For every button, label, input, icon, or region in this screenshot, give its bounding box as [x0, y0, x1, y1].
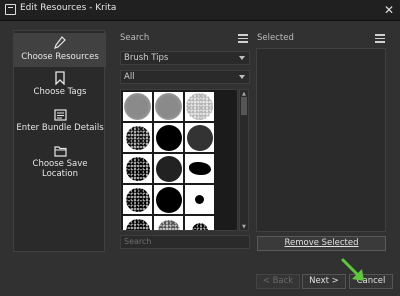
back-button[interactable]: < Back	[256, 274, 300, 289]
selected-panel-header: Selected	[257, 33, 294, 43]
brush-tip-thumbnail[interactable]	[154, 216, 183, 230]
search-panel-menu-icon[interactable]	[238, 34, 248, 43]
brush-tip-thumbnail[interactable]	[154, 185, 183, 214]
search-panel-header: Search	[120, 33, 150, 43]
brush-tip-shape	[125, 125, 150, 150]
brush-tip-shape	[125, 218, 150, 230]
nav-item-label: Choose Resources	[21, 52, 99, 62]
chevron-down-icon	[239, 56, 245, 60]
nav-item-choose-save-location[interactable]: Choose Save Location	[14, 143, 106, 179]
nav-item-label: Enter Bundle Details	[16, 123, 104, 133]
nav-item-label: Choose Save Location	[32, 159, 88, 179]
annotation-arrow-icon	[341, 258, 364, 281]
brush-tip-shape	[195, 195, 204, 204]
wizard-nav: Choose Resources Choose Tags Enter Bundl…	[13, 30, 106, 252]
brush-tip-thumbnail[interactable]	[185, 185, 214, 214]
nav-item-enter-bundle-details[interactable]: Enter Bundle Details	[14, 107, 106, 141]
close-icon[interactable]: ✕	[382, 3, 396, 17]
nav-item-choose-tags[interactable]: Choose Tags	[14, 69, 106, 103]
brush-tip-shape	[188, 161, 211, 175]
remove-selected-label: Remove Selected	[284, 238, 359, 248]
selected-panel-menu-icon[interactable]	[375, 34, 385, 43]
bookmark-icon	[55, 71, 65, 85]
resource-type-combo[interactable]: Brush Tips	[120, 51, 250, 65]
brush-tip-thumbnail[interactable]	[154, 92, 183, 121]
brush-tip-shape	[125, 156, 150, 181]
brush-tip-shape	[191, 222, 208, 230]
brush-tip-thumbnail[interactable]	[123, 154, 152, 183]
brush-tip-thumbnail[interactable]	[123, 216, 152, 230]
brush-tip-thumbnail[interactable]	[123, 185, 152, 214]
brush-tip-shape	[155, 124, 182, 151]
chevron-down-icon	[239, 75, 245, 79]
brush-tip-shape	[186, 124, 213, 151]
pencil-icon	[54, 36, 66, 49]
selected-resources-list[interactable]	[256, 48, 386, 232]
tag-filter-value: All	[124, 72, 135, 82]
folder-icon	[53, 146, 67, 157]
scroll-thumb[interactable]	[241, 97, 247, 115]
scroll-down-icon[interactable]: ▼	[242, 224, 246, 230]
brush-tip-shape	[124, 93, 151, 120]
search-input[interactable]: Search	[120, 235, 250, 249]
brush-tip-thumbnail[interactable]	[185, 154, 214, 183]
details-icon	[53, 109, 67, 121]
title-bar: Edit Resources - Krita ✕	[0, 0, 400, 21]
remove-selected-button[interactable]: Remove Selected	[257, 236, 386, 251]
tag-filter-combo[interactable]: All	[120, 70, 250, 84]
brush-tip-shape	[155, 155, 182, 182]
brush-tip-shape	[155, 93, 182, 120]
brush-tip-shape	[186, 93, 213, 120]
window-title: Edit Resources - Krita	[20, 3, 117, 13]
brush-tip-thumbnail[interactable]	[185, 92, 214, 121]
brush-tip-shape	[157, 219, 180, 230]
brush-tip-shape	[125, 187, 150, 212]
nav-item-choose-resources[interactable]: Choose Resources	[14, 33, 106, 67]
brush-tip-thumbnail[interactable]	[123, 92, 152, 121]
brush-tip-thumbnail[interactable]	[185, 216, 214, 230]
brush-tip-thumbnail[interactable]	[154, 154, 183, 183]
window-icon	[5, 4, 16, 15]
brush-tip-thumbnail[interactable]	[123, 123, 152, 152]
nav-item-label: Choose Tags	[33, 87, 87, 97]
brush-tip-grid[interactable]	[120, 89, 238, 231]
brush-tip-thumbnail[interactable]	[185, 123, 214, 152]
brush-tip-thumbnail[interactable]	[154, 123, 183, 152]
brush-tip-shape	[155, 186, 182, 213]
resource-type-value: Brush Tips	[124, 53, 169, 63]
